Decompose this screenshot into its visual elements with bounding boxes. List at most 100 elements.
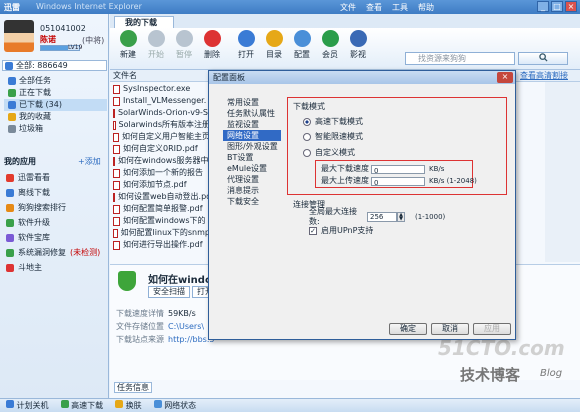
settings-category-item[interactable]: BT设置 bbox=[223, 152, 281, 163]
upnp-checkbox-row[interactable]: ✓ 启用UPnP支持 bbox=[309, 226, 373, 236]
xunlei-window: 迅雷 Windows Internet Explorer 文件 查看 工具 帮助… bbox=[0, 0, 580, 412]
toolbar-button-1[interactable]: 开始 bbox=[142, 30, 170, 60]
app-item-1[interactable]: 离线下载 bbox=[6, 185, 109, 200]
title-bar: 迅雷 Windows Internet Explorer 文件 查看 工具 帮助… bbox=[0, 0, 580, 14]
app-item-4[interactable]: 软件宝库 bbox=[6, 230, 109, 245]
max-connections-stepper[interactable]: 256 ▲ ▼ bbox=[367, 212, 405, 222]
nav-item-4[interactable]: 垃圾箱 bbox=[4, 123, 107, 135]
scheduled-shutdown-button[interactable]: 计划关机 bbox=[6, 400, 49, 411]
nav-item-3[interactable]: 我的收藏 bbox=[4, 111, 107, 123]
table-row[interactable]: 如何进行导出操作.pdf bbox=[110, 239, 210, 251]
status-bar: 计划关机 高速下载 换肤 网络状态 bbox=[0, 398, 580, 412]
table-row[interactable]: 如何添加节点.pdf bbox=[110, 179, 210, 191]
tab-my-downloads[interactable]: 我的下载 bbox=[114, 16, 174, 28]
radio-custom-mode[interactable]: 自定义模式 bbox=[303, 148, 355, 158]
task-filter[interactable]: 全部: 886649 bbox=[2, 60, 107, 71]
table-row[interactable]: 如何自定义0RID.pdf bbox=[110, 143, 210, 155]
network-status-button[interactable]: 网络状态 bbox=[153, 400, 196, 411]
radio-high-speed-mode[interactable]: 高速下载模式 bbox=[303, 117, 363, 127]
radio-dot bbox=[303, 149, 311, 157]
pdf-file-icon bbox=[113, 168, 120, 178]
settings-category-item[interactable]: 网络设置 bbox=[223, 130, 281, 141]
max-download-input[interactable]: 0 bbox=[371, 164, 425, 175]
table-row[interactable]: 如何设置web自动登出.pdf bbox=[110, 191, 210, 203]
nav-item-0[interactable]: 全部任务 bbox=[4, 75, 107, 87]
settings-category-item[interactable]: 消息提示 bbox=[223, 185, 281, 196]
toolbar-button-3[interactable]: 删除 bbox=[198, 30, 226, 60]
app-item-2[interactable]: 狗狗搜索排行 bbox=[6, 200, 109, 215]
settings-category-item[interactable]: 图形/外观设置 bbox=[223, 141, 281, 152]
table-row[interactable]: 如何在windows服务器中使 bbox=[110, 155, 210, 167]
toolbar-button-6[interactable]: 配置 bbox=[288, 30, 316, 60]
close-window-button[interactable]: × bbox=[565, 1, 577, 12]
nav-item-1[interactable]: 正在下载 bbox=[4, 87, 107, 99]
table-row[interactable]: 如何配置linux下的snmp bbox=[110, 227, 210, 239]
menu-view[interactable]: 查看 bbox=[366, 2, 382, 13]
toolbar-button-0[interactable]: 新建 bbox=[114, 30, 142, 60]
max-connections-input[interactable]: 256 bbox=[367, 212, 397, 222]
app-item-6[interactable]: 斗地主 bbox=[6, 260, 109, 275]
file-name: 如何进行导出操作.pdf bbox=[123, 240, 203, 249]
upnp-checkbox[interactable]: ✓ bbox=[309, 227, 317, 235]
level-label: LV19 bbox=[68, 44, 83, 51]
detail-path-link[interactable]: C:\Users\ bbox=[168, 322, 204, 331]
settings-category-item[interactable]: 监视设置 bbox=[223, 119, 281, 130]
security-scan-button[interactable]: 安全扫描 bbox=[148, 286, 190, 298]
high-speed-download-button[interactable]: 高速下载 bbox=[60, 400, 103, 411]
table-row[interactable]: SysInspector.exe bbox=[110, 83, 210, 95]
settings-category-item[interactable]: eMule设置 bbox=[223, 163, 281, 174]
radio-smart-limit-mode[interactable]: 智能限速模式 bbox=[303, 132, 363, 142]
max-connections-label: 全局最大连接数: bbox=[309, 207, 357, 226]
menu-help[interactable]: 帮助 bbox=[418, 2, 434, 13]
ok-button[interactable]: 确定 bbox=[389, 323, 427, 335]
apply-button[interactable]: 应用 bbox=[473, 323, 511, 335]
pdf-file-icon bbox=[113, 156, 115, 166]
toolbar-button-7[interactable]: 会员 bbox=[316, 30, 344, 60]
search-icon bbox=[538, 53, 548, 62]
maximize-button[interactable]: □ bbox=[551, 1, 563, 12]
user-name[interactable]: 陈诺 bbox=[40, 34, 56, 45]
table-row[interactable]: 如何自定义用户智能主页 bbox=[110, 131, 210, 143]
settings-category-item[interactable]: 代理设置 bbox=[223, 174, 281, 185]
stepper-arrows-icon[interactable]: ▲ ▼ bbox=[397, 212, 405, 222]
table-row[interactable]: SolarWinds-Orion-v9-SLX bbox=[110, 107, 210, 119]
change-skin-label: 换肤 bbox=[125, 401, 142, 410]
file-name: Solarwinds所有版本注册 bbox=[118, 120, 210, 129]
max-upload-input[interactable]: 0 bbox=[371, 176, 425, 187]
column-header[interactable]: 文件名 bbox=[110, 70, 210, 81]
pdf-file-icon bbox=[113, 132, 119, 142]
max-upload-unit: KB/s (1-2048) bbox=[429, 177, 477, 185]
app-item-0[interactable]: 迅雷看看 bbox=[6, 170, 109, 185]
minimize-button[interactable]: _ bbox=[537, 1, 549, 12]
settings-category-item[interactable]: 任务默认属性 bbox=[223, 108, 281, 119]
nav-item-2[interactable]: 已下载 (34) bbox=[4, 99, 107, 111]
toolbar-button-4[interactable]: 打开 bbox=[232, 30, 260, 60]
settings-category-item[interactable]: 常用设置 bbox=[223, 97, 281, 108]
add-app-link[interactable]: +添加 bbox=[78, 156, 101, 167]
app-item-3[interactable]: 软件升级 bbox=[6, 215, 109, 230]
tab-task-info[interactable]: 任务信息 bbox=[114, 382, 152, 393]
detail-speed-value: 59KB/s bbox=[168, 309, 196, 318]
table-row[interactable]: 如何配置windows下的 bbox=[110, 215, 210, 227]
search-input[interactable]: 找资源来狗狗 bbox=[405, 52, 515, 65]
cancel-button[interactable]: 取消 bbox=[431, 323, 469, 335]
menu-file[interactable]: 文件 bbox=[340, 2, 356, 13]
app-item-5[interactable]: 系统漏洞修复 (未检测) bbox=[6, 245, 109, 260]
table-row[interactable]: Solarwinds所有版本注册 bbox=[110, 119, 210, 131]
toolbar-button-5[interactable]: 目录 bbox=[260, 30, 288, 60]
window-controls: _ □ × bbox=[537, 1, 577, 12]
table-row[interactable]: Install_VLMessenger. bbox=[110, 95, 210, 107]
hd-link[interactable]: 查看高清割接 bbox=[520, 70, 568, 81]
table-row[interactable]: 如何添加一个新的报告 bbox=[110, 167, 210, 179]
pause-icon bbox=[175, 30, 193, 47]
search-button[interactable] bbox=[518, 52, 568, 65]
settings-category-item[interactable]: 下载安全 bbox=[223, 196, 281, 207]
toolbar-button-2[interactable]: 暂停 bbox=[170, 30, 198, 60]
toolbar-button-8[interactable]: 影视 bbox=[344, 30, 372, 60]
change-skin-button[interactable]: 换肤 bbox=[115, 400, 142, 411]
pdf-file-icon bbox=[113, 228, 118, 238]
avatar[interactable] bbox=[4, 20, 34, 52]
dialog-close-button[interactable]: × bbox=[497, 72, 513, 83]
menu-tools[interactable]: 工具 bbox=[392, 2, 408, 13]
table-row[interactable]: 如何配置简单报警.pdf bbox=[110, 203, 210, 215]
